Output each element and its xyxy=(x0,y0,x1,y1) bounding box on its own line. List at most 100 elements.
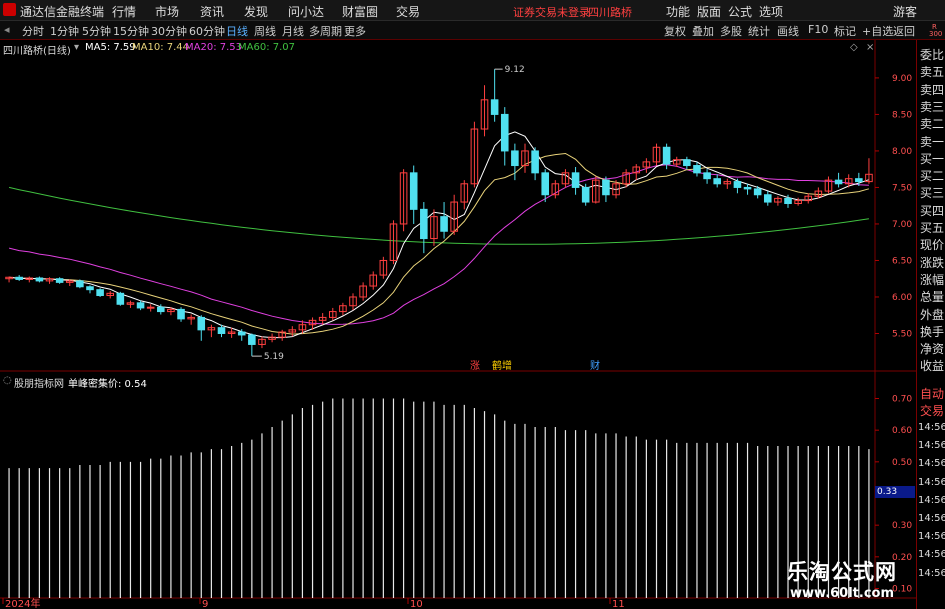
panel-top-label: 300 xyxy=(929,30,943,38)
candle-down xyxy=(490,99,499,115)
low-price-label: 5.19 xyxy=(264,352,284,362)
indicator-name: 单峰密集价: 0.54 xyxy=(68,379,147,390)
indicator-tick-label: 0.30 xyxy=(892,521,912,531)
candle-down xyxy=(237,331,246,336)
trade-time: 14:56 xyxy=(918,422,945,433)
price-tick-label: 8.50 xyxy=(892,110,912,120)
watermark-title: 乐淘公式网 xyxy=(787,560,897,584)
date-tick-label: 10 xyxy=(410,599,423,609)
candle-down xyxy=(581,186,590,203)
price-tick-label: 5.50 xyxy=(892,329,912,339)
candle-down xyxy=(96,289,104,297)
candle-down xyxy=(784,197,792,205)
trade-time: 14:56 xyxy=(918,476,945,488)
candle-down xyxy=(662,146,671,165)
trade-time: 14:56 xyxy=(918,549,945,561)
trade-time: 14:56 xyxy=(918,440,945,452)
quote-field-label: 收益 xyxy=(920,359,945,374)
candle-down xyxy=(157,306,165,313)
candle-down xyxy=(76,280,84,288)
price-tick-label: 6.50 xyxy=(892,256,912,266)
candle-down xyxy=(420,208,428,240)
quote-field-label: 买四 xyxy=(920,203,945,218)
price-tick-label: 9.00 xyxy=(892,74,912,84)
candle-down xyxy=(116,292,125,305)
quote-field-label: 委比 xyxy=(920,48,945,62)
indicator-tick-label: 0.10 xyxy=(892,585,912,595)
candle-down xyxy=(409,172,418,210)
quote-field-label: 外盘 xyxy=(920,307,945,322)
indicator-settings-icon[interactable]: ◌ xyxy=(3,375,12,386)
candle-down xyxy=(500,113,509,152)
quote-field-label: 卖一 xyxy=(920,134,945,149)
quote-field-label: 卖二 xyxy=(920,117,945,132)
indicator-current-value: 0.33 xyxy=(875,486,915,498)
candle-down xyxy=(693,165,701,174)
trade-time: 14:56 xyxy=(918,513,945,524)
quote-field-label: 卖五 xyxy=(920,65,945,80)
trade-time: 14:56 xyxy=(918,531,945,543)
candle-down xyxy=(733,181,742,188)
quote-field-label: 买三 xyxy=(920,186,945,201)
candle-down xyxy=(55,278,64,283)
price-tick-label: 6.00 xyxy=(892,293,912,303)
candle-down xyxy=(743,186,752,190)
candle-down xyxy=(602,179,610,196)
candle-down xyxy=(541,172,550,196)
candle-down xyxy=(248,334,256,345)
candle-down xyxy=(217,327,226,334)
event-label: 涨 xyxy=(470,360,480,372)
candle-down xyxy=(834,179,843,185)
candle-down xyxy=(763,194,772,203)
quote-field-label: 买五 xyxy=(920,221,945,235)
candle-down xyxy=(683,159,691,167)
trade-time: 14:56 xyxy=(918,567,945,579)
date-tick-label: 9 xyxy=(202,599,208,609)
price-tick-label: 8.00 xyxy=(892,147,912,157)
candle-down xyxy=(440,216,448,232)
indicator-tick-label: 0.60 xyxy=(892,426,912,436)
kline-chart[interactable]: 9.00 8.50 8.00 7.50 7.00 6.50 6.00 5.50 0.70 0.6… xyxy=(0,0,916,609)
quote-field-label: 涨幅 xyxy=(920,272,945,287)
watermark-url: www.60lt.com xyxy=(790,586,895,601)
candle-down xyxy=(511,150,519,167)
candle-down xyxy=(703,172,711,180)
candle-down xyxy=(197,316,206,331)
quote-field-label: 换手 xyxy=(920,324,945,339)
candle-down xyxy=(136,302,145,309)
quote-field-label: 总量 xyxy=(920,290,945,305)
indicator-legend: ◌ 股朋指标网 单峰密集价: 0.54 xyxy=(0,375,880,390)
event-label: 鹤增 xyxy=(492,359,512,372)
indicator-source: 股朋指标网 xyxy=(14,379,64,390)
quote-field-label: 买二 xyxy=(920,169,945,184)
price-tick-label: 7.00 xyxy=(892,220,912,230)
ma60-line xyxy=(8,186,869,245)
date-tick-label: 2024年 xyxy=(5,597,40,609)
indicator-tick-label: 0.70 xyxy=(892,395,912,405)
indicator-tick-label: 0.50 xyxy=(892,458,912,468)
candle-down xyxy=(571,172,580,188)
high-price-label: 9.12 xyxy=(505,65,525,75)
trade-time: 14:56 xyxy=(918,458,945,470)
event-label: 财 xyxy=(590,359,600,372)
quote-side-panel: R 300 委比 卖五 卖四 卖三 卖二 卖一 买一 买二 买三 买四 买五 现价 涨跌 涨幅 总量 外盘 换手… xyxy=(916,23,945,609)
auto-trade-label[interactable]: 自动 xyxy=(920,385,944,402)
candle-down xyxy=(855,178,863,183)
quote-field-label: 卖四 xyxy=(920,82,945,97)
candle-up xyxy=(146,306,155,309)
candle-down xyxy=(753,188,762,196)
quote-field-label: 净资 xyxy=(920,342,945,357)
candle-down xyxy=(713,178,721,185)
quote-field-label: 买一 xyxy=(920,151,945,166)
candle-down xyxy=(35,277,44,282)
candle-down xyxy=(531,150,539,174)
candle-down xyxy=(15,276,23,280)
quote-field-label: 卖三 xyxy=(920,99,945,114)
price-tick-label: 7.50 xyxy=(892,183,912,193)
candle-down xyxy=(86,286,94,291)
auto-trade-label[interactable]: 交易 xyxy=(920,402,944,419)
quote-field-label: 涨跌 xyxy=(920,255,945,270)
trade-time: 14:56 xyxy=(918,494,945,506)
date-tick-label: 11 xyxy=(612,599,625,609)
candle-down xyxy=(177,308,185,320)
